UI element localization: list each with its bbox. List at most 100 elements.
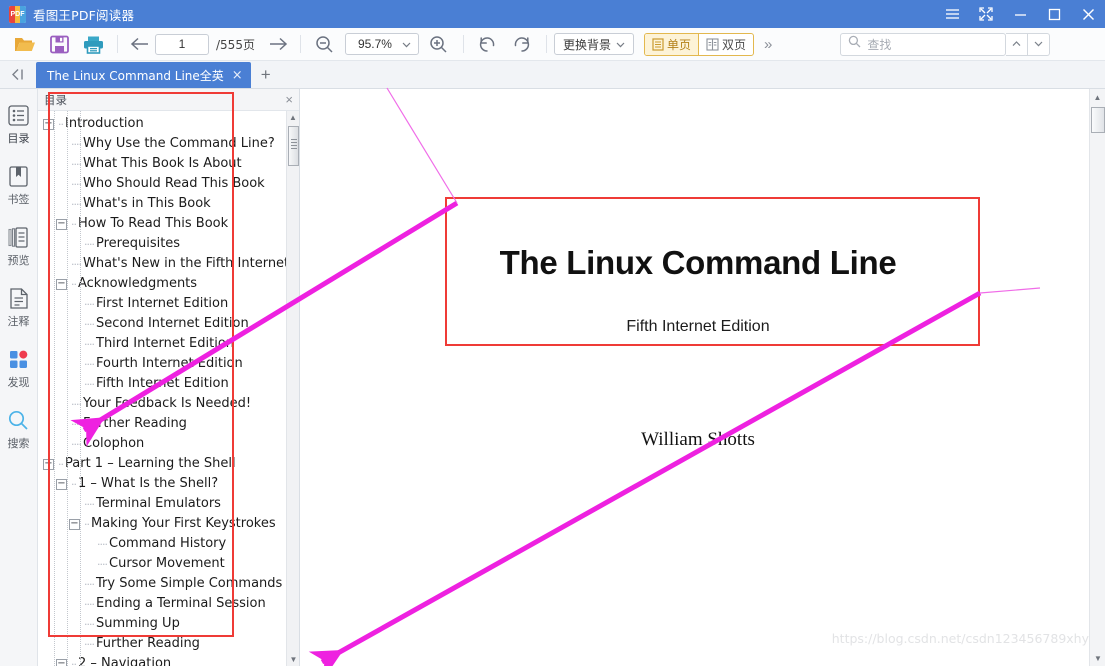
toc-scroll-down-icon[interactable]: ▼ xyxy=(287,653,300,666)
toc-item[interactable]: ···· Colophon xyxy=(38,434,286,454)
toc-dash-connector: ···· xyxy=(84,357,95,371)
document-scroll-down-icon[interactable]: ▼ xyxy=(1090,650,1105,666)
document-scrollbar[interactable]: ▲ ▼ xyxy=(1089,89,1105,666)
fullscreen-icon[interactable] xyxy=(969,0,1003,28)
toc-item[interactable]: ···· First Internet Edition xyxy=(38,294,286,314)
toc-item[interactable]: ···· Fourth Internet Edition xyxy=(38,354,286,374)
toc-item[interactable]: ···· Prerequisites xyxy=(38,234,286,254)
zoom-out-icon[interactable] xyxy=(308,29,342,59)
toc-collapse-toggle[interactable]: − xyxy=(69,518,80,530)
toc-item[interactable]: ···· Fifth Internet Edition xyxy=(38,374,286,394)
toc-item[interactable]: ···· What This Book Is About xyxy=(38,154,286,174)
toc-dash-connector: ·· xyxy=(71,657,77,666)
toc-list[interactable]: − ·· Introduction ···· Why Use the Command L… xyxy=(38,111,286,666)
page-number-input[interactable] xyxy=(155,33,209,55)
sidebar-item-discover[interactable]: 发现 xyxy=(0,347,38,390)
toc-item[interactable]: ···· Who Should Read This Book xyxy=(38,174,286,194)
toc-collapse-toggle[interactable]: − xyxy=(56,218,67,230)
search-next-button[interactable] xyxy=(1028,32,1051,56)
toc-dash-connector: ·· xyxy=(58,457,64,471)
toc-item[interactable]: ···· Your Feedback Is Needed! xyxy=(38,394,286,414)
zoom-level-select[interactable]: 95.7% xyxy=(344,33,419,55)
toc-item[interactable]: − ·· How To Read This Book xyxy=(38,214,286,234)
search-input[interactable]: 查找 xyxy=(840,32,1007,56)
toc-item[interactable]: − ·· Acknowledgments xyxy=(38,274,286,294)
toc-item-label: Colophon xyxy=(83,436,145,451)
search-previous-button[interactable] xyxy=(1006,32,1029,56)
toc-item[interactable]: ···· Cursor Movement xyxy=(38,554,286,574)
toc-collapse-toggle[interactable]: − xyxy=(56,278,67,290)
single-page-icon xyxy=(652,37,664,51)
more-tools-button[interactable]: » xyxy=(754,36,782,53)
toc-item[interactable]: ···· Summing Up xyxy=(38,614,286,634)
toc-collapse-toggle[interactable]: − xyxy=(56,658,67,666)
rotate-right-icon[interactable] xyxy=(505,29,539,59)
side-rail: 目录 书签 预览 注释 发现 搜索 xyxy=(0,89,38,666)
toc-scroll-up-icon[interactable]: ▲ xyxy=(287,111,299,124)
sidebar-item-catalog-label: 目录 xyxy=(7,132,30,145)
document-scroll-up-icon[interactable]: ▲ xyxy=(1090,89,1105,105)
toc-item[interactable]: − ·· 2 – Navigation xyxy=(38,654,286,666)
toc-item[interactable]: − ·· Introduction xyxy=(38,114,286,134)
document-scroll-thumb[interactable] xyxy=(1091,107,1105,133)
toc-guide-line xyxy=(54,111,55,666)
toc-item[interactable]: ···· Ending a Terminal Session xyxy=(38,594,286,614)
page-total-label: /555页 xyxy=(216,37,255,52)
new-tab-button[interactable]: + xyxy=(251,62,281,88)
close-tab-icon[interactable]: × xyxy=(232,69,243,82)
next-page-button[interactable] xyxy=(263,29,293,59)
tabs-scroll-back-button[interactable] xyxy=(0,60,36,88)
toc-item-label: What's in This Book xyxy=(83,196,211,211)
document-tab[interactable]: The Linux Command Line全英 × xyxy=(36,62,251,88)
toc-item[interactable]: − ·· Part 1 – Learning the Shell xyxy=(38,454,286,474)
previous-page-button[interactable] xyxy=(125,29,155,59)
sidebar-item-search-label: 搜索 xyxy=(7,437,30,450)
toc-dash-connector: ·· xyxy=(58,117,64,131)
toc-item[interactable]: ···· Second Internet Edition xyxy=(38,314,286,334)
sidebar-item-discover-label: 发现 xyxy=(7,376,30,389)
toc-item[interactable]: ···· Try Some Simple Commands xyxy=(38,574,286,594)
toc-item[interactable]: ···· Terminal Emulators xyxy=(38,494,286,514)
watermark-text: https://blog.csdn.net/csdn123456789xhy xyxy=(831,631,1089,646)
toc-item[interactable]: ····What's New in the Fifth Internet Ed xyxy=(38,254,286,274)
toc-collapse-toggle[interactable]: − xyxy=(43,118,54,130)
toc-scroll-thumb[interactable] xyxy=(288,126,299,166)
toc-dash-connector: ···· xyxy=(84,637,95,651)
sidebar-item-bookmarks[interactable]: 书签 xyxy=(0,164,38,207)
double-page-button[interactable]: 双页 xyxy=(697,33,753,55)
toc-collapse-toggle[interactable]: − xyxy=(43,458,54,470)
toc-item[interactable]: − ·· Making Your First Keystrokes xyxy=(38,514,286,534)
annotation-icon xyxy=(9,286,28,310)
print-icon[interactable] xyxy=(76,29,110,59)
toc-item[interactable]: ···· Command History xyxy=(38,534,286,554)
toc-item[interactable]: ···· Third Internet Edition xyxy=(38,334,286,354)
change-background-button[interactable]: 更换背景 xyxy=(553,33,634,55)
maximize-icon[interactable] xyxy=(1037,0,1071,28)
rotate-left-icon[interactable] xyxy=(471,29,505,59)
bookmark-icon xyxy=(9,164,28,188)
single-page-button[interactable]: 单页 xyxy=(644,33,698,55)
toc-scrollbar[interactable]: ▲ ▼ xyxy=(286,111,299,666)
toc-dash-connector: ···· xyxy=(84,337,95,351)
toc-item[interactable]: ···· What's in This Book xyxy=(38,194,286,214)
toc-item[interactable]: ···· Further Reading xyxy=(38,634,286,654)
toc-item[interactable]: ···· Further Reading xyxy=(38,414,286,434)
sidebar-item-annotation[interactable]: 注释 xyxy=(0,286,38,329)
menu-hamburger-icon[interactable] xyxy=(935,0,969,28)
zoom-in-icon[interactable] xyxy=(422,29,456,59)
sidebar-item-catalog[interactable]: 目录 xyxy=(0,103,38,146)
toc-item[interactable]: ···· Why Use the Command Line? xyxy=(38,134,286,154)
sidebar-item-search[interactable]: 搜索 xyxy=(0,408,38,451)
close-toc-icon[interactable]: × xyxy=(285,92,293,107)
close-icon[interactable] xyxy=(1071,0,1105,28)
document-view[interactable]: The Linux Command Line Fifth Internet Ed… xyxy=(300,89,1105,666)
document-title: The Linux Command Line xyxy=(499,244,897,281)
toc-item[interactable]: − ·· 1 – What Is the Shell? xyxy=(38,474,286,494)
change-background-label: 更换背景 xyxy=(562,37,611,52)
save-icon[interactable] xyxy=(42,29,76,59)
toc-collapse-toggle[interactable]: − xyxy=(56,478,67,490)
sidebar-item-preview[interactable]: 预览 xyxy=(0,225,38,268)
minimize-icon[interactable] xyxy=(1003,0,1037,28)
view-mode-group: 单页 双页 xyxy=(643,32,754,56)
open-file-icon[interactable] xyxy=(8,29,42,59)
